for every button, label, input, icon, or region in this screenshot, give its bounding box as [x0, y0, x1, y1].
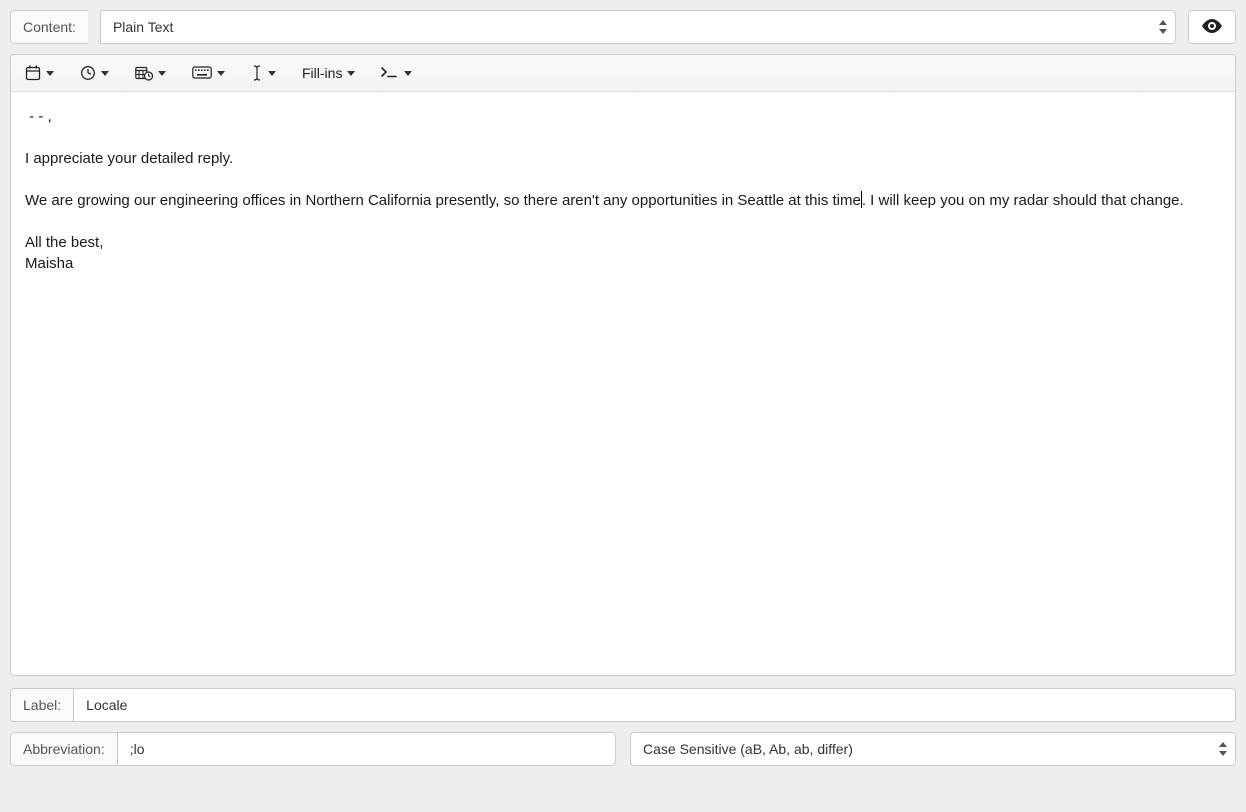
label-field-label: Label:	[10, 688, 73, 722]
preview-button[interactable]	[1188, 10, 1236, 44]
abbreviation-input[interactable]: ;lo	[117, 732, 616, 766]
insert-time-button[interactable]	[80, 63, 109, 83]
editor-line: We are growing our engineering offices i…	[25, 192, 861, 209]
content-label: Content:	[10, 10, 88, 44]
insert-date-button[interactable]	[25, 63, 54, 83]
fillins-button[interactable]: Fill-ins	[302, 63, 355, 83]
terminal-icon	[381, 67, 399, 79]
case-sensitivity-selected: Case Sensitive (aB, Ab, ab, differ)	[630, 732, 1236, 766]
datetime-icon	[135, 65, 153, 81]
insert-key-button[interactable]	[192, 64, 225, 82]
eye-icon	[1201, 19, 1223, 36]
editor-textarea[interactable]: - - , I appreciate your detailed reply. …	[11, 92, 1235, 675]
insert-cursor-button[interactable]	[251, 63, 276, 83]
insert-script-button[interactable]	[381, 65, 412, 81]
editor-toolbar: Fill-ins	[11, 55, 1235, 92]
insert-datetime-button[interactable]	[135, 63, 166, 83]
editor-line: - - ,	[25, 108, 52, 125]
case-sensitivity-select[interactable]: Case Sensitive (aB, Ab, ab, differ)	[630, 732, 1236, 766]
clock-icon	[80, 65, 96, 81]
editor-line: I appreciate your detailed reply.	[25, 150, 233, 167]
keyboard-icon	[192, 66, 212, 80]
abbreviation-field-label: Abbreviation:	[10, 732, 117, 766]
editor-line: . I will keep you on my radar should tha…	[862, 192, 1184, 209]
editor-line: Maisha	[25, 255, 73, 272]
calendar-icon	[25, 65, 41, 81]
label-input[interactable]: Locale	[73, 688, 1236, 722]
content-type-select[interactable]: Plain Text	[100, 10, 1176, 44]
text-cursor-icon	[251, 65, 263, 81]
editor: Fill-ins - - , I appreciate your detaile…	[10, 54, 1236, 676]
editor-line: All the best,	[25, 234, 103, 251]
content-type-selected: Plain Text	[100, 10, 1176, 44]
fillins-label: Fill-ins	[302, 65, 342, 81]
